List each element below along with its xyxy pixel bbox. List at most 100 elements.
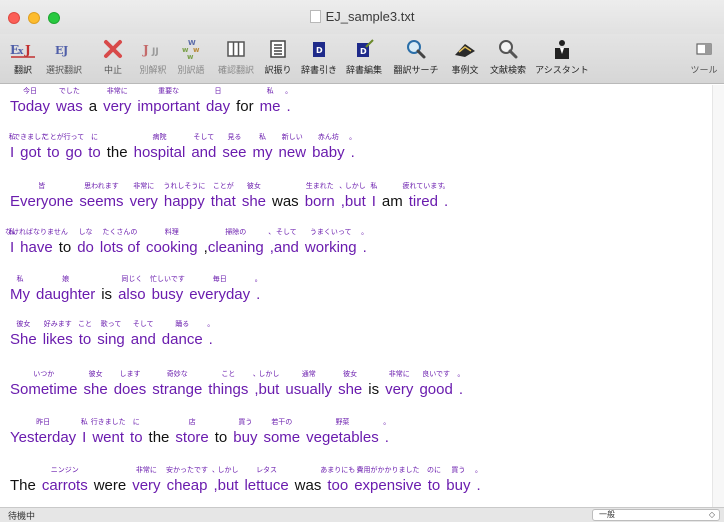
- translated-word[interactable]: 病院 hospital: [134, 133, 186, 161]
- translated-word[interactable]: 疲れています tired: [402, 182, 444, 210]
- translated-word[interactable]: 非常に very: [103, 87, 131, 115]
- translated-word[interactable]: しかし but: [345, 182, 366, 210]
- translated-word[interactable]: 若干の some: [263, 418, 300, 446]
- translated-word[interactable]: 。.: [361, 228, 368, 256]
- translated-word[interactable]: 私I: [81, 418, 88, 446]
- dictionary-edit-button[interactable]: D 辞書編集: [344, 34, 384, 84]
- sentence-line[interactable]: 皆 Everyone 思われます seems 非常に very うれしそうに happy ことが…: [10, 182, 450, 210]
- translated-word[interactable]: 非常に very: [132, 466, 160, 494]
- alternate-word-button[interactable]: Wwww 別訳語: [174, 34, 208, 84]
- translation-search-button[interactable]: 翻訳サーチ: [392, 34, 440, 84]
- translated-word[interactable]: 買う buy: [446, 466, 470, 494]
- translated-word[interactable]: 彼女 she: [338, 370, 362, 398]
- translated-word[interactable]: 。.: [255, 275, 262, 303]
- translated-word[interactable]: こと things: [208, 370, 248, 398]
- translated-word[interactable]: 好みます likes: [43, 320, 73, 348]
- untranslated-word[interactable]: am: [382, 182, 403, 210]
- field-select[interactable]: 一般 ◇: [592, 509, 720, 521]
- translated-word[interactable]: いつか Sometime: [10, 370, 78, 398]
- translated-word[interactable]: うれしそうに happy: [163, 182, 205, 210]
- literature-search-button[interactable]: 文献検索: [488, 34, 528, 84]
- untranslated-word[interactable]: a: [89, 87, 97, 115]
- sentence-line[interactable]: いつか Sometime 彼女 she します does 奇妙な strange こと thing…: [10, 370, 464, 398]
- translated-word[interactable]: ことが that: [211, 182, 236, 210]
- sentence-line[interactable]: 昨日 Yesterday 私 I 行きました went に to the 店 store to 買う bu…: [10, 418, 390, 446]
- translated-word[interactable]: 同じく also: [118, 275, 146, 303]
- translated-word[interactable]: 生まれた born: [305, 182, 335, 210]
- translated-word[interactable]: 私I: [370, 182, 377, 210]
- translated-word[interactable]: 毎日 everyday: [189, 275, 250, 303]
- translated-word[interactable]: 野菜 vegetables: [306, 418, 379, 446]
- translated-word[interactable]: できました got: [13, 133, 48, 161]
- translated-word[interactable]: に to: [88, 133, 101, 161]
- translation-document[interactable]: 今日 Today でした was a 非常に very 重要な important 日 day for…: [0, 85, 724, 507]
- translated-word[interactable]: ことが to: [43, 133, 64, 161]
- translated-word[interactable]: 日 day: [206, 87, 230, 115]
- translated-word[interactable]: 店 store: [175, 418, 208, 446]
- untranslated-word[interactable]: was: [295, 466, 322, 494]
- translated-word[interactable]: 良いです good: [419, 370, 452, 398]
- translated-word[interactable]: レタス lettuce: [244, 466, 288, 494]
- translated-word[interactable]: ニンジン carrots: [42, 466, 88, 494]
- untranslated-word[interactable]: is: [368, 370, 379, 398]
- example-sentence-button[interactable]: 事例文: [448, 34, 482, 84]
- translated-word[interactable]: 。.: [457, 370, 464, 398]
- sentence-line[interactable]: 今日 Today でした was a 非常に very 重要な important 日 day for…: [10, 87, 292, 115]
- translated-word[interactable]: 昨日 Yesterday: [10, 418, 76, 446]
- translated-word[interactable]: 私 my: [253, 133, 273, 161]
- untranslated-word[interactable]: to: [59, 228, 72, 256]
- tool-button[interactable]: ツール: [686, 34, 722, 84]
- sentence-line[interactable]: 私 My 娘 daughter is 同じく also 忙しいです busy 毎日 everyday…: [10, 275, 262, 303]
- translated-word[interactable]: うまくいって working: [305, 228, 357, 256]
- translated-word[interactable]: 料理 cooking: [146, 228, 198, 256]
- sentence-line[interactable]: 私 I なければなりません have to しな do たくさんの lots of 料理 cooki…: [5, 228, 368, 256]
- translated-word[interactable]: 今日 Today: [10, 87, 50, 115]
- translated-word[interactable]: 。.: [285, 87, 292, 115]
- translated-word[interactable]: 非常に very: [130, 182, 158, 210]
- translated-word[interactable]: こと to: [78, 320, 92, 348]
- sentence-line[interactable]: The ニンジン carrots were 非常に very 安かったです cheap、, しか…: [10, 466, 482, 494]
- untranslated-word[interactable]: were: [94, 466, 127, 494]
- translated-word[interactable]: 見る see: [222, 133, 246, 161]
- translated-word[interactable]: 彼女 She: [10, 320, 37, 348]
- translated-word[interactable]: 忙しいです busy: [150, 275, 185, 303]
- translated-word[interactable]: 買う buy: [233, 418, 257, 446]
- translated-word[interactable]: 歌って sing: [97, 320, 125, 348]
- translated-word[interactable]: 私 me: [260, 87, 281, 115]
- untranslated-word[interactable]: The: [10, 466, 36, 494]
- assistant-button[interactable]: アシスタント: [534, 34, 590, 84]
- translated-word[interactable]: なければなりません have: [5, 228, 68, 256]
- stop-button[interactable]: 中止: [98, 34, 128, 84]
- translated-word[interactable]: 非常に very: [385, 370, 413, 398]
- dictionary-lookup-button[interactable]: D 辞書引き: [300, 34, 338, 84]
- translated-word[interactable]: 思われます seems: [79, 182, 123, 210]
- translated-word[interactable]: 安かったです cheap: [166, 466, 208, 494]
- untranslated-word[interactable]: for: [236, 87, 254, 115]
- translated-word[interactable]: 踊る dance: [162, 320, 203, 348]
- translated-word[interactable]: そして and: [131, 320, 156, 348]
- translated-word[interactable]: 新しい new: [279, 133, 307, 161]
- vertical-scrollbar[interactable]: [712, 85, 724, 507]
- translate-button[interactable]: ExJ 翻訳: [6, 34, 40, 84]
- translated-word[interactable]: 。.: [383, 418, 390, 446]
- selection-translate-button[interactable]: EJ 選択翻訳: [44, 34, 84, 84]
- translated-word[interactable]: 娘 daughter: [36, 275, 95, 303]
- translated-word[interactable]: 彼女 she: [84, 370, 108, 398]
- untranslated-word[interactable]: is: [101, 275, 112, 303]
- translated-word[interactable]: 。.: [475, 466, 482, 494]
- translated-word[interactable]: 私 My: [10, 275, 30, 303]
- translated-word[interactable]: 。.: [443, 182, 450, 210]
- translated-word[interactable]: 費用がかかりました expensive: [354, 466, 422, 494]
- translated-word[interactable]: 行きました went: [91, 418, 126, 446]
- translated-word[interactable]: そして and: [274, 228, 299, 256]
- translated-word[interactable]: しかし but: [258, 370, 279, 398]
- untranslated-word[interactable]: to: [215, 418, 228, 446]
- translated-word[interactable]: 皆 Everyone: [10, 182, 73, 210]
- translated-word[interactable]: 重要な important: [137, 87, 200, 115]
- translated-word[interactable]: たくさんの lots of: [100, 228, 140, 256]
- translated-word[interactable]: 。.: [207, 320, 214, 348]
- translated-word[interactable]: でした was: [56, 87, 83, 115]
- untranslated-word[interactable]: the: [107, 133, 128, 161]
- untranslated-word[interactable]: the: [149, 418, 170, 446]
- translated-word[interactable]: しな do: [77, 228, 94, 256]
